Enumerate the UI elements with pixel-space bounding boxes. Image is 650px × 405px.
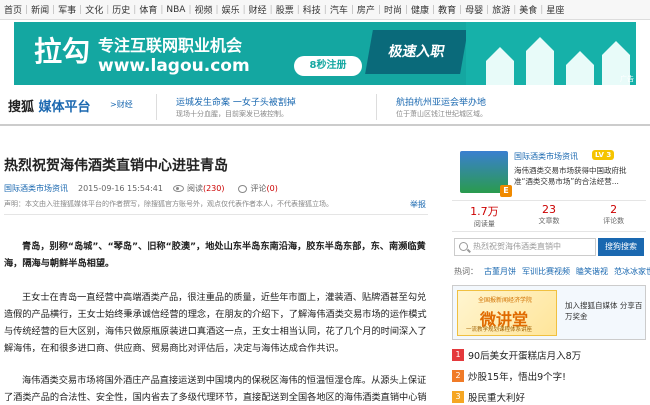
nav-separator: | <box>188 4 192 15</box>
search-icon <box>459 242 468 251</box>
article-meta: 国际酒类市场资讯 2015-09-16 15:54:41 阅读 (230) 评论… <box>4 183 278 194</box>
banner-url: www.lagou.com <box>98 56 250 76</box>
author-avatar[interactable]: E <box>460 151 512 197</box>
stat-articles: 23 文章数 <box>538 203 560 225</box>
channel-link[interactable]: >财经 <box>110 99 133 110</box>
nav-item[interactable]: 历史 <box>112 3 130 16</box>
rank-item[interactable]: 2 炒股15年，悟出9个字! <box>452 369 566 383</box>
nav-separator: | <box>513 4 517 15</box>
nav-item[interactable]: 体育 <box>139 3 157 16</box>
nav-item[interactable]: 文化 <box>85 3 103 16</box>
search-button[interactable]: 搜狗搜索 <box>598 238 644 256</box>
hot-word-4[interactable]: 范冰冰家世 <box>614 267 650 276</box>
article-paragraph-2: 王女士在青岛一直经营中高端酒类产品，很注重品的质量，近些年市面上，灌装酒、贴牌酒… <box>4 292 427 354</box>
article-time: 2015-09-16 15:54:41 <box>78 184 163 193</box>
nav-item[interactable]: 首页 <box>4 3 22 16</box>
views-count: (230) <box>202 184 225 193</box>
nav-item[interactable]: NBA <box>166 5 185 15</box>
nav-separator: | <box>350 4 354 15</box>
stat-reads: 1.7万 阅读量 <box>470 205 499 228</box>
headline-sub-1: 现场十分血腥，目前案发已被控制。 <box>176 110 288 118</box>
nav-separator: | <box>133 4 137 15</box>
article-paragraph-3: 海伟酒类交易市场将国外酒庄产品直接运送到中国境内的保税区海伟的恒温恒湿仓库。从源… <box>4 375 427 403</box>
nav-item[interactable]: 母婴 <box>465 3 483 16</box>
headline-link-1[interactable]: 运城发生命案 一女子头被割掉 <box>176 95 296 108</box>
stat-comments: 2 评论数 <box>603 203 625 225</box>
comment-icon <box>238 184 248 193</box>
nav-item[interactable]: 科技 <box>303 3 321 16</box>
banner-houses-illustration <box>466 22 636 85</box>
top-nav: 首页 | 新闻 | 军事 | 文化 | 历史 | 体育 | NBA | 视频 | 娱乐 | 财经 | 股票 | 科技 | 汽车 |… <box>0 0 650 20</box>
nav-item[interactable]: 娱乐 <box>222 3 240 16</box>
rank-item[interactable]: 3 股民重大利好 <box>452 390 525 404</box>
comments-link[interactable]: 评论 <box>250 183 266 194</box>
nav-separator: | <box>459 4 463 15</box>
banner-fast-button[interactable]: 极速入职 <box>365 30 468 74</box>
banner-register-button[interactable]: 8秒注册 <box>294 56 362 76</box>
media-platform-bar: 搜狐 媒体平台 >财经 运城发生命案 一女子头被割掉 现场十分血腥，目前案发已被… <box>0 88 650 126</box>
nav-item[interactable]: 股票 <box>276 3 294 16</box>
nav-item[interactable]: 财经 <box>249 3 267 16</box>
headline-link-2[interactable]: 航拍杭州亚运会举办地 <box>396 95 486 108</box>
author-stats: 1.7万 阅读量 23 文章数 2 评论数 <box>452 200 646 232</box>
lecture-ad-image: 全国报新闻经济学院 微讲堂 一流教学规划课程体系讲座 <box>457 290 557 336</box>
lagou-banner-ad[interactable]: 拉勾 专注互联网职业机会 www.lagou.com 8秒注册 极速入职 广告 <box>14 22 636 85</box>
nav-item[interactable]: 旅游 <box>492 3 510 16</box>
disclaimer: 声明：本文由入驻搜狐媒体平台的作者撰写，除搜狐官方账号外，观点仅代表作者本人，不… <box>4 199 428 215</box>
headline-sub-2: 位于萧山区钱江世纪城区域。 <box>396 110 487 118</box>
nav-separator: | <box>540 4 544 15</box>
lagou-logo: 拉勾 <box>34 35 91 68</box>
author-description: 海伟酒类交易市场获得中国政府批准“酒类交易市场”的合法经营... <box>514 166 627 186</box>
wechat-lecture-ad[interactable]: 全国报新闻经济学院 微讲堂 一流教学规划课程体系讲座 加入搜狐自媒体 分享百万奖… <box>452 285 646 340</box>
nav-separator: | <box>25 4 29 15</box>
nav-separator: | <box>323 4 327 15</box>
hot-word-2[interactable]: 军训比赛视频 <box>522 267 570 276</box>
brand-logo[interactable]: 搜狐 媒体平台 <box>8 96 91 115</box>
nav-item[interactable]: 时尚 <box>384 3 402 16</box>
author-badge: E <box>500 185 512 197</box>
nav-separator: | <box>242 4 246 15</box>
nav-separator: | <box>52 4 56 15</box>
banner-slogan: 专注互联网职业机会 <box>98 36 243 55</box>
nav-item[interactable]: 星座 <box>546 3 564 16</box>
nav-separator: | <box>296 4 300 15</box>
level-badge: LV 3 <box>592 150 615 160</box>
nav-separator: | <box>160 4 164 15</box>
nav-item[interactable]: 军事 <box>58 3 76 16</box>
hot-words: 热词： 古董月饼 军训比赛视频 瞌笑谐视 范冰冰家世 <box>454 266 650 277</box>
nav-separator: | <box>404 4 408 15</box>
nav-separator: | <box>486 4 490 15</box>
nav-item[interactable]: 房产 <box>357 3 375 16</box>
hot-word-1[interactable]: 古董月饼 <box>484 267 516 276</box>
nav-item[interactable]: 美食 <box>519 3 537 16</box>
report-link[interactable]: 举报 <box>410 199 426 210</box>
nav-item[interactable]: 健康 <box>411 3 429 16</box>
lecture-ad-text: 加入搜狐自媒体 分享百万奖金 <box>565 301 643 321</box>
nav-item[interactable]: 新闻 <box>31 3 49 16</box>
nav-separator: | <box>377 4 381 15</box>
ad-label: 广告 <box>620 75 634 83</box>
eye-icon <box>172 185 184 192</box>
nav-separator: | <box>79 4 83 15</box>
nav-separator: | <box>269 4 273 15</box>
article-paragraph-1: 青岛，别称“岛城”、“琴岛”、旧称“胶澳”，地处山东半岛东南沿海，胶东半岛东部，… <box>4 241 426 269</box>
nav-separator: | <box>215 4 219 15</box>
article-title: 热烈祝贺海伟酒类直销中心进驻青岛 <box>4 158 228 174</box>
hot-word-3[interactable]: 瞌笑谐视 <box>576 267 608 276</box>
search-input[interactable]: 热烈祝贺海伟酒类直销中 <box>454 238 596 256</box>
views-label: 阅读 <box>186 184 203 193</box>
nav-item[interactable]: 视频 <box>195 3 213 16</box>
article-source-link[interactable]: 国际酒类市场资讯 <box>4 183 68 194</box>
nav-item[interactable]: 汽车 <box>330 3 348 16</box>
nav-separator: | <box>432 4 436 15</box>
rank-item[interactable]: 1 90后美女开蛋糕店月入8万 <box>452 348 581 362</box>
comments-count: (0) <box>266 184 278 193</box>
nav-item[interactable]: 教育 <box>438 3 456 16</box>
author-name[interactable]: 国际酒类市场资讯 <box>514 151 578 162</box>
nav-separator: | <box>106 4 110 15</box>
